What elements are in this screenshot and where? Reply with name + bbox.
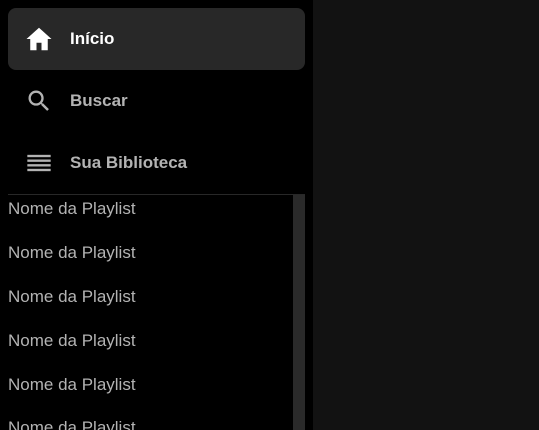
playlist-item[interactable]: Nome da Playlist: [8, 327, 136, 355]
playlist-item[interactable]: Nome da Playlist: [8, 239, 136, 267]
sidebar: Início Buscar Sua Biblioteca Nome da Pla…: [0, 0, 313, 430]
playlist-scrollbar[interactable]: [293, 195, 305, 430]
home-icon: [24, 24, 54, 54]
library-icon: [24, 148, 54, 178]
search-icon: [24, 86, 54, 116]
playlist-list: Nome da Playlist Nome da Playlist Nome d…: [0, 195, 305, 430]
nav-item-sua-biblioteca[interactable]: Sua Biblioteca: [8, 132, 305, 194]
playlist-item[interactable]: Nome da Playlist: [8, 283, 136, 311]
nav-item-buscar[interactable]: Buscar: [8, 70, 305, 132]
nav-item-inicio[interactable]: Início: [8, 8, 305, 70]
nav-item-label: Início: [70, 29, 115, 48]
playlist-item[interactable]: Nome da Playlist: [8, 371, 136, 399]
playlist-item[interactable]: Nome da Playlist: [8, 414, 136, 430]
scrollbar-thumb[interactable]: [293, 195, 305, 430]
main-content: [313, 0, 539, 430]
playlist-item[interactable]: Nome da Playlist: [8, 195, 136, 223]
nav-item-label: Buscar: [70, 91, 128, 110]
nav-item-label: Sua Biblioteca: [70, 153, 188, 172]
app-window: Início Buscar Sua Biblioteca Nome da Pla…: [0, 0, 539, 430]
